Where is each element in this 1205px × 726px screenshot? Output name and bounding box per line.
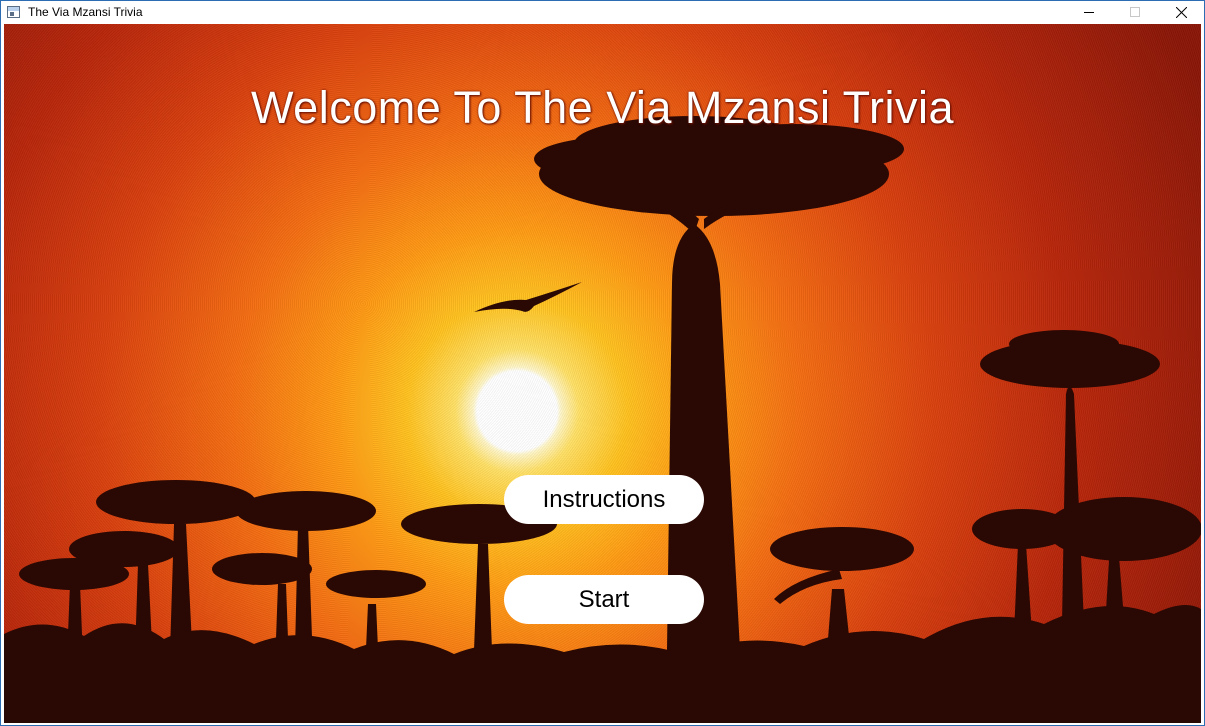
start-button[interactable]: Start (504, 575, 704, 624)
maximize-button[interactable] (1112, 1, 1158, 23)
window-app-icon[interactable] (7, 6, 20, 18)
window-controls (1066, 1, 1204, 23)
window-title: The Via Mzansi Trivia (28, 5, 143, 19)
close-icon (1175, 6, 1187, 18)
instructions-button[interactable]: Instructions (504, 475, 704, 524)
close-button[interactable] (1158, 1, 1204, 23)
main-panel: Welcome To The Via Mzansi Trivia Instruc… (4, 24, 1201, 723)
minimize-button[interactable] (1066, 1, 1112, 23)
minimize-icon (1084, 7, 1094, 17)
app-window: The Via Mzansi Trivia Welcome To The Via… (0, 0, 1205, 726)
title-bar[interactable]: The Via Mzansi Trivia (1, 1, 1204, 23)
maximize-icon (1130, 7, 1140, 17)
welcome-heading: Welcome To The Via Mzansi Trivia (251, 82, 954, 133)
